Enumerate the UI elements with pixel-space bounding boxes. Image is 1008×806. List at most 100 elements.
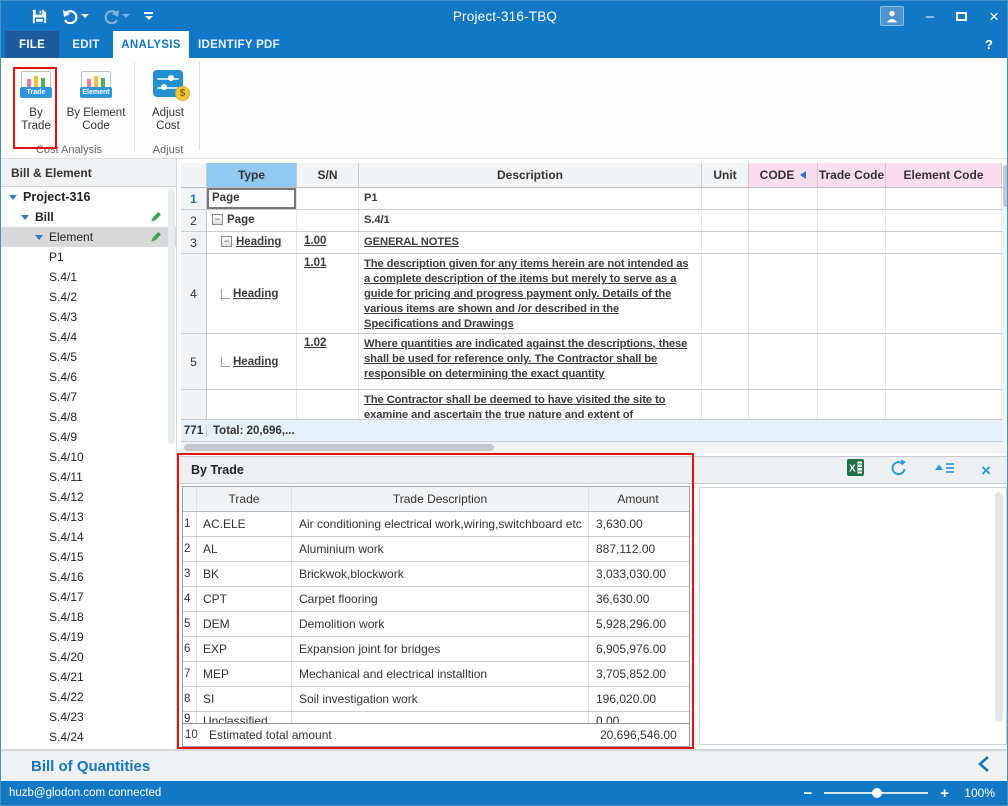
panel-vertical-scrollbar[interactable] — [995, 492, 1003, 722]
help-icon[interactable]: ? — [985, 31, 993, 58]
by-trade-row-dem[interactable]: 5DEMDemolition work5,928,296.00 — [183, 612, 689, 637]
sidebar-item-s-4-1[interactable]: S.4/1 — [1, 267, 176, 287]
by-trade-row-clipped[interactable]: 9 Unclassified 0.00 — [183, 712, 689, 723]
unit-cell[interactable] — [702, 210, 749, 231]
code-cell[interactable] — [749, 232, 818, 253]
row-number-cell[interactable]: 1 — [181, 188, 207, 209]
sn-cell[interactable] — [297, 210, 359, 231]
column-header-element-code[interactable]: Element Code — [886, 163, 1002, 187]
adjust-cost-button[interactable]: $ Adjust Cost — [139, 66, 197, 133]
close-button[interactable]: × — [989, 8, 999, 25]
tab-file[interactable]: FILE — [5, 31, 59, 58]
unit-cell[interactable] — [702, 188, 749, 209]
code-cell[interactable] — [749, 390, 818, 419]
sidebar-item-s-4-17[interactable]: S.4/17 — [1, 587, 176, 607]
column-header-unit[interactable]: Unit — [702, 163, 749, 187]
expand-arrow-icon[interactable] — [9, 195, 17, 200]
element-code-cell[interactable] — [886, 254, 1002, 333]
description-cell[interactable]: P1 — [359, 188, 702, 209]
sidebar-item-s-4-5[interactable]: S.4/5 — [1, 347, 176, 367]
grid-row[interactable]: 5Heading1.02Where quantities are indicat… — [181, 334, 1008, 390]
maximize-button[interactable] — [956, 12, 967, 21]
by-trade-button[interactable]: Trade By Trade — [7, 66, 65, 133]
type-cell[interactable]: Heading — [207, 334, 297, 389]
sidebar-item-s-4-14[interactable]: S.4/14 — [1, 527, 176, 547]
sidebar-item-s-4-15[interactable]: S.4/15 — [1, 547, 176, 567]
description-cell[interactable]: The Contractor shall be deemed to have v… — [359, 390, 702, 419]
column-header-description[interactable]: Description — [359, 163, 702, 187]
zoom-slider[interactable] — [824, 792, 928, 794]
element-code-cell[interactable] — [886, 210, 1002, 231]
by-trade-row-si[interactable]: 8SISoil investigation work196,020.00 — [183, 687, 689, 712]
sidebar-item-p1[interactable]: P1 — [1, 247, 176, 267]
zoom-in-button[interactable]: + — [940, 786, 949, 801]
trade-code-cell[interactable] — [818, 334, 886, 389]
sidebar-item-s-4-4[interactable]: S.4/4 — [1, 327, 176, 347]
sidebar-item-s-4-10[interactable]: S.4/10 — [1, 447, 176, 467]
by-trade-row-exp[interactable]: 6EXPExpansion joint for bridges6,905,976… — [183, 637, 689, 662]
element-code-cell[interactable] — [886, 188, 1002, 209]
sidebar-item-s-4-7[interactable]: S.4/7 — [1, 387, 176, 407]
edit-pencil-icon[interactable] — [149, 211, 162, 227]
by-trade-row-al[interactable]: 2ALAluminium work887,112.00 — [183, 537, 689, 562]
grid-row[interactable]: 1Page P1 — [181, 188, 1008, 210]
type-cell[interactable]: −Page — [207, 210, 297, 231]
sidebar-item-s-4-22[interactable]: S.4/22 — [1, 687, 176, 707]
description-cell[interactable]: S.4/1 — [359, 210, 702, 231]
sidebar-item-s-4-23[interactable]: S.4/23 — [1, 707, 176, 727]
export-excel-icon[interactable]: X — [847, 459, 864, 481]
edit-pencil-icon[interactable] — [149, 231, 162, 247]
element-code-cell[interactable] — [886, 232, 1002, 253]
code-cell[interactable] — [749, 334, 818, 389]
element-code-cell[interactable] — [886, 390, 1002, 419]
sidebar-item-s-4-18[interactable]: S.4/18 — [1, 607, 176, 627]
unit-cell[interactable] — [702, 232, 749, 253]
type-cell[interactable]: Page — [207, 188, 297, 209]
sidebar-item-element[interactable]: Element — [1, 227, 176, 247]
grid-vertical-scrollbar[interactable] — [1003, 163, 1008, 442]
trade-code-cell[interactable] — [818, 390, 886, 419]
tab-analysis[interactable]: ANALYSIS — [113, 31, 189, 58]
tab-identify-pdf[interactable]: IDENTIFY PDF — [189, 31, 289, 58]
collapse-box-icon[interactable]: − — [221, 236, 232, 247]
sidebar-item-project-316[interactable]: Project-316 — [1, 187, 176, 207]
column-header-type[interactable]: Type — [207, 163, 297, 187]
row-number-cell[interactable]: 5 — [181, 334, 207, 389]
trade-code-cell[interactable] — [818, 188, 886, 209]
collapse-sort-icon[interactable] — [934, 461, 955, 480]
grid-row[interactable]: The Contractor shall be deemed to have v… — [181, 390, 1008, 420]
grid-row[interactable]: 2−PageS.4/1 — [181, 210, 1008, 232]
row-number-cell[interactable]: 4 — [181, 254, 207, 333]
row-number-cell[interactable] — [181, 390, 207, 419]
sn-cell[interactable] — [297, 188, 359, 209]
code-cell[interactable] — [749, 254, 818, 333]
description-cell[interactable]: Where quantities are indicated against t… — [359, 334, 702, 389]
by-element-code-button[interactable]: Element By Element Code — [67, 66, 125, 133]
panel-close-icon[interactable]: × — [981, 462, 991, 479]
type-cell[interactable]: −Heading — [207, 232, 297, 253]
sidebar-scrollbar[interactable] — [168, 189, 175, 444]
sn-cell[interactable]: 1.02 — [297, 334, 359, 389]
by-trade-row-ac-ele[interactable]: 1AC.ELEAir conditioning electrical work,… — [183, 512, 689, 537]
unit-cell[interactable] — [702, 254, 749, 333]
column-header-row-number[interactable] — [181, 163, 207, 187]
row-number-cell[interactable]: 3 — [181, 232, 207, 253]
unit-cell[interactable] — [702, 334, 749, 389]
collapse-chevron-icon[interactable] — [977, 755, 991, 778]
trade-code-cell[interactable] — [818, 232, 886, 253]
by-trade-row-mep[interactable]: 7MEPMechanical and electrical installtio… — [183, 662, 689, 687]
expand-arrow-icon[interactable] — [35, 235, 43, 240]
sn-cell[interactable]: 1.01 — [297, 254, 359, 333]
panel-column-header-trade-description[interactable]: Trade Description — [291, 487, 588, 511]
column-header-code[interactable]: CODE — [749, 163, 818, 187]
element-code-cell[interactable] — [886, 334, 1002, 389]
column-header-s-n[interactable]: S/N — [297, 163, 359, 187]
panel-column-header-trade[interactable]: Trade — [196, 487, 291, 511]
tab-edit[interactable]: EDIT — [59, 31, 113, 58]
sidebar-item-s-4-11[interactable]: S.4/11 — [1, 467, 176, 487]
type-cell[interactable] — [207, 390, 297, 419]
grid-row[interactable]: 4Heading1.01The description given for an… — [181, 254, 1008, 334]
expand-arrow-icon[interactable] — [21, 215, 29, 220]
trade-code-cell[interactable] — [818, 254, 886, 333]
sidebar-item-s-4-2[interactable]: S.4/2 — [1, 287, 176, 307]
